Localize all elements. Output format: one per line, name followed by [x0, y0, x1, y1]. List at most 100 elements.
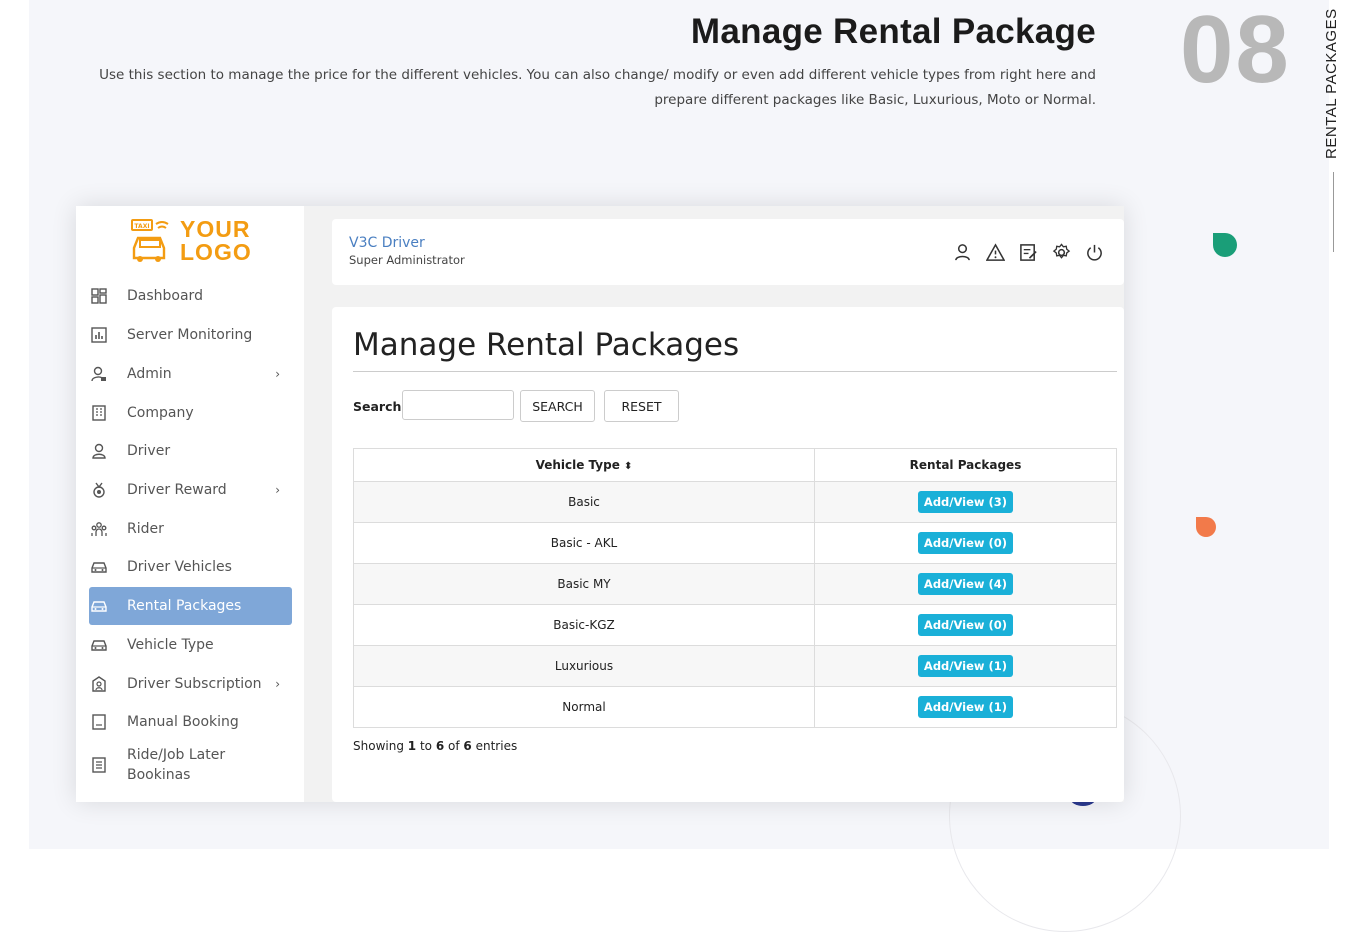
chevron-right-icon: › — [275, 483, 280, 497]
table-header-row: Vehicle Type ⬍ Rental Packages — [353, 448, 1117, 482]
column-vehicle-type-label: Vehicle Type — [535, 458, 620, 472]
driver-icon — [91, 443, 107, 459]
add-view-button[interactable]: Add/View (0) — [917, 532, 1014, 554]
sidebar-item-admin[interactable]: Admin › — [89, 355, 292, 393]
vehicle-type-cell: Luxurious — [353, 645, 815, 687]
car-icon — [91, 598, 107, 614]
showing-prefix: Showing — [353, 739, 404, 753]
taxi-logo-icon: TAXI — [131, 219, 169, 262]
chevron-right-icon: › — [275, 367, 280, 381]
vehicle-type-cell: Basic MY — [353, 563, 815, 605]
side-caption: RENTAL PACKAGES — [1323, 8, 1340, 159]
vehicle-type-cell: Basic - AKL — [353, 522, 815, 564]
rental-packages-cell: Add/View (3) — [814, 481, 1117, 523]
reset-button[interactable]: RESET — [604, 390, 679, 422]
logo[interactable]: TAXI YOUR LOGO — [128, 218, 258, 268]
sidebar-item-vehicle-type[interactable]: Vehicle Type — [89, 626, 292, 664]
logo-line2: LOGO — [180, 239, 252, 265]
decor-orange-leaf — [1196, 517, 1216, 537]
user-icon[interactable] — [953, 243, 972, 262]
power-icon[interactable] — [1085, 243, 1104, 262]
sidebar-item-driver-vehicles[interactable]: Driver Vehicles — [89, 548, 292, 586]
add-view-button[interactable]: Add/View (0) — [917, 614, 1014, 636]
table-row: Basic - AKL Add/View (0) — [353, 522, 1117, 564]
app-title[interactable]: V3C Driver — [349, 235, 425, 251]
book-icon — [91, 714, 107, 730]
settings-icon[interactable] — [1052, 243, 1071, 262]
sidebar-item-rental-packages[interactable]: Rental Packages — [89, 587, 292, 625]
search-label: Search: — [353, 399, 407, 414]
table-body: Basic Add/View (3) Basic - AKL Add/View (0)… — [353, 481, 1117, 728]
rental-packages-cell: Add/View (1) — [814, 645, 1117, 687]
side-divider — [1333, 172, 1334, 252]
sidebar-item-server-monitoring[interactable]: Server Monitoring — [89, 316, 292, 354]
medal-icon — [91, 482, 107, 498]
add-view-button[interactable]: Add/View (3) — [917, 491, 1014, 513]
edit-icon[interactable] — [1019, 243, 1038, 262]
showing-from: 1 — [407, 739, 417, 753]
sort-icon[interactable]: ⬍ — [624, 461, 632, 472]
page-title: Manage Rental Packages — [353, 327, 740, 363]
sidebar-item-label: Driver — [127, 443, 171, 459]
logo-text: YOUR LOGO — [180, 218, 252, 264]
rental-packages-cell: Add/View (0) — [814, 604, 1117, 646]
warning-icon[interactable] — [986, 243, 1005, 262]
rental-packages-cell: Add/View (0) — [814, 522, 1117, 564]
sidebar-item-label: Dashboard — [127, 288, 203, 304]
sidebar-item-rider[interactable]: Rider — [89, 510, 292, 548]
car-icon — [91, 637, 107, 653]
sidebar-item-company[interactable]: Company — [89, 394, 292, 432]
showing-total: 6 — [463, 739, 472, 753]
sidebar-item-label: Vehicle Type — [127, 637, 214, 653]
vehicle-type-cell: Basic — [353, 481, 815, 523]
hero-description: Use this section to manage the price for… — [99, 67, 1096, 108]
hero-title: Manage Rental Package — [690, 12, 1096, 51]
admin-user-icon — [91, 366, 107, 382]
table-row: Basic-KGZ Add/View (0) — [353, 604, 1117, 646]
sidebar-item-driver-subscription[interactable]: Driver Subscription › — [89, 665, 292, 703]
add-view-button[interactable]: Add/View (1) — [917, 655, 1014, 677]
sidebar-item-label: Manual Booking — [127, 714, 239, 730]
car-icon — [91, 559, 107, 575]
vehicle-type-cell: Normal — [353, 686, 815, 728]
logo-badge-text: TAXI — [134, 223, 149, 230]
sidebar-item-dashboard[interactable]: Dashboard — [89, 277, 292, 315]
sidebar-item-label: Driver Subscription — [127, 676, 262, 692]
sidebar-item-label: Company — [127, 405, 194, 421]
table-row: Luxurious Add/View (1) — [353, 645, 1117, 687]
showing-suffix: entries — [475, 739, 518, 753]
packages-table: Vehicle Type ⬍ Rental Packages Basic Add/… — [353, 448, 1117, 728]
topbar-icons — [953, 243, 1104, 262]
column-vehicle-type[interactable]: Vehicle Type ⬍ — [353, 448, 815, 482]
sidebar-item-driver-reward[interactable]: Driver Reward › — [89, 471, 292, 509]
chevron-right-icon: › — [275, 677, 280, 691]
title-divider — [353, 371, 1117, 372]
table-row: Basic Add/View (3) — [353, 481, 1117, 523]
column-rental-packages: Rental Packages — [814, 448, 1117, 482]
search-input[interactable] — [402, 390, 514, 420]
sidebar-item-ride-job-later-bookinas[interactable]: Ride/Job Later Bookinas — [89, 743, 292, 787]
user-role: Super Administrator — [349, 253, 465, 267]
showing-to: 6 — [435, 739, 445, 753]
group-icon — [91, 521, 107, 537]
rental-packages-cell: Add/View (4) — [814, 563, 1117, 605]
search-button[interactable]: SEARCH — [520, 390, 595, 422]
topbar: V3C Driver Super Administrator — [332, 219, 1124, 285]
sidebar-item-label: Ride/Job Later Bookinas — [127, 747, 226, 783]
add-view-button[interactable]: Add/View (1) — [917, 696, 1014, 718]
sidebar-item-label: Admin — [127, 366, 172, 382]
vehicle-type-cell: Basic-KGZ — [353, 604, 815, 646]
add-view-button[interactable]: Add/View (4) — [917, 573, 1014, 595]
sidebar-item-manual-booking[interactable]: Manual Booking — [89, 703, 292, 741]
rental-packages-cell: Add/View (1) — [814, 686, 1117, 728]
showing-of-word: of — [448, 739, 460, 753]
sidebar: TAXI YOUR LOGO Dashboard Server Monitorin… — [76, 206, 304, 802]
dashboard-icon — [91, 288, 107, 304]
building-icon — [91, 405, 107, 421]
showing-to-word: to — [419, 739, 432, 753]
sidebar-item-label: Server Monitoring — [127, 327, 253, 343]
sidebar-item-driver[interactable]: Driver — [89, 432, 292, 470]
subscription-icon — [91, 676, 107, 692]
section-number: 08 — [1180, 0, 1291, 103]
app-window: TAXI YOUR LOGO Dashboard Server Monitorin… — [76, 206, 1124, 802]
